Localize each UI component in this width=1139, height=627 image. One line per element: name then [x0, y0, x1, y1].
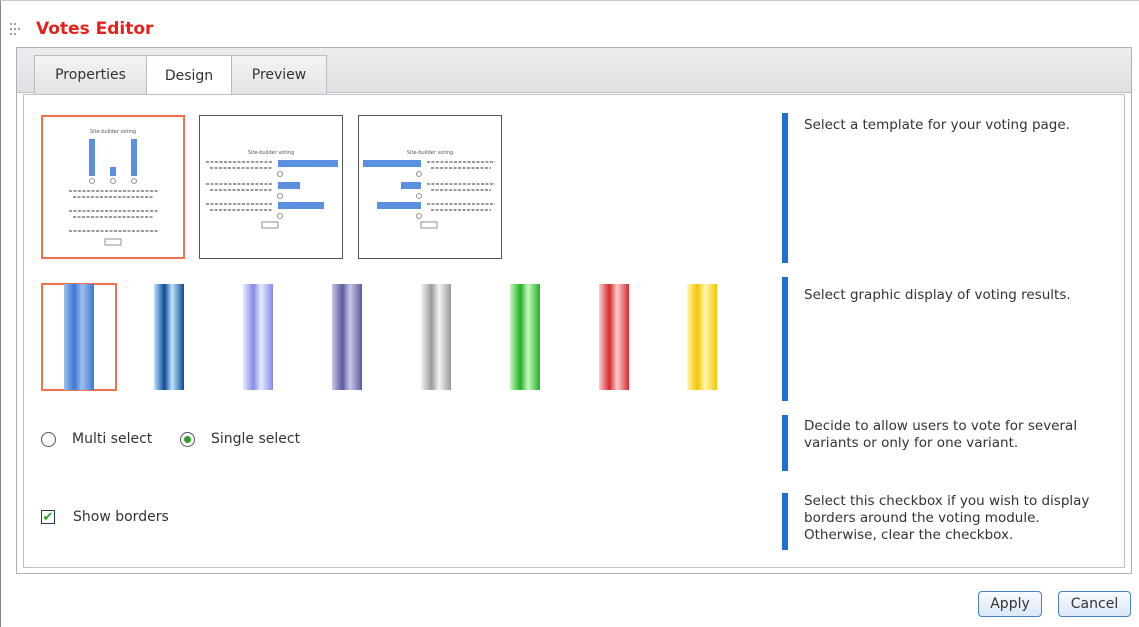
single-select-label: Single select: [211, 431, 301, 447]
svg-text:Site-builder voting: Site-builder voting: [90, 129, 136, 135]
window-title: Votes Editor: [36, 19, 154, 39]
show-borders-label: Show borders: [73, 509, 169, 525]
templates-description: Select a template for your voting page.: [804, 117, 1070, 133]
borders-description: Select this checkbox if you wish to disp…: [804, 493, 1090, 543]
bar-style-sky-blue[interactable]: [154, 284, 184, 390]
bar-style-blue[interactable]: [64, 284, 94, 390]
svg-text:Site-builder voting: Site-builder voting: [407, 150, 453, 156]
bar-style-gray[interactable]: [421, 284, 451, 390]
cancel-button[interactable]: Cancel: [1058, 591, 1131, 617]
section-accent-bar: [782, 113, 788, 263]
bar-style-yellow[interactable]: [687, 284, 717, 390]
show-borders-checkbox[interactable]: ✔: [41, 510, 55, 524]
drag-grip-icon[interactable]: [10, 21, 24, 37]
template-preview-vertical: Site-builder voting: [69, 129, 158, 246]
multi-select-option[interactable]: Multi select: [41, 431, 152, 447]
bar-style-slate-purple[interactable]: [332, 284, 362, 390]
title-bar: Votes Editor: [10, 16, 153, 42]
multi-select-label: Multi select: [72, 431, 153, 447]
template-option-vertical-bars[interactable]: Site-builder voting: [41, 115, 185, 259]
section-accent-bar: [782, 415, 788, 471]
template-preview-right: Site-builder voting: [206, 150, 338, 229]
section-accent-bar: [782, 493, 788, 550]
template-option-left-bars[interactable]: Site-builder voting: [358, 115, 502, 259]
tab-preview[interactable]: Preview: [231, 55, 327, 94]
single-select-option[interactable]: Single select: [180, 431, 300, 447]
editor-panel: Properties Design Preview Site-builder v…: [16, 47, 1132, 574]
bar-style-green[interactable]: [510, 284, 540, 390]
template-preview-left: Site-builder voting: [363, 150, 495, 229]
show-borders-option[interactable]: ✔ Show borders: [41, 509, 169, 525]
single-select-radio[interactable]: [180, 431, 195, 447]
checkmark-icon: ✔: [42, 509, 54, 525]
bar-style-lavender[interactable]: [243, 284, 273, 390]
design-tab-content: Site-builder voting Site-builder voting: [23, 94, 1125, 568]
template-option-right-bars[interactable]: Site-builder voting: [199, 115, 343, 259]
tab-properties[interactable]: Properties: [34, 55, 147, 94]
multi-select-radio[interactable]: [41, 431, 56, 447]
tab-design[interactable]: Design: [146, 55, 232, 95]
tab-strip: Properties Design Preview: [17, 48, 1131, 95]
bars-description: Select graphic display of voting results…: [804, 287, 1071, 303]
bar-style-red[interactable]: [599, 284, 629, 390]
apply-button[interactable]: Apply: [978, 591, 1042, 617]
svg-text:Site-builder voting: Site-builder voting: [248, 150, 294, 156]
radio-selected-dot: [184, 435, 191, 443]
selection-description: Decide to allow users to vote for severa…: [804, 418, 1078, 451]
section-accent-bar: [782, 277, 788, 401]
